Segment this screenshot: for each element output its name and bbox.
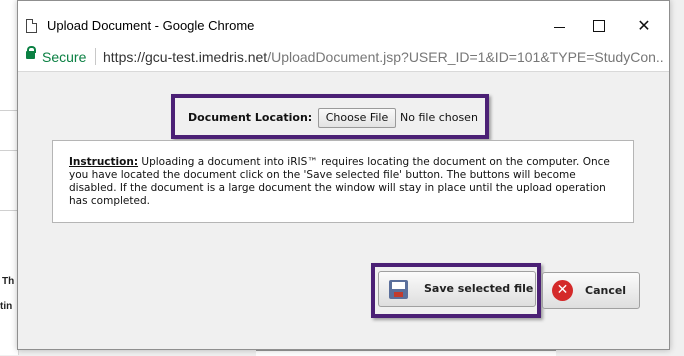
- save-button-label: Save selected file: [424, 282, 534, 295]
- instruction-text: Instruction: Uploading a document into i…: [69, 156, 625, 208]
- lock-icon: [26, 46, 36, 59]
- no-file-chosen-text: No file chosen: [400, 111, 478, 124]
- instruction-heading: Instruction:: [69, 156, 139, 168]
- secure-label[interactable]: Secure: [42, 49, 86, 65]
- url-text[interactable]: https://gcu-test.imedris.net/UploadDocum…: [103, 49, 663, 65]
- url-host: https://gcu-test.imedris.net: [103, 49, 268, 65]
- choose-file-button[interactable]: Choose File: [318, 108, 396, 128]
- url-path: /UploadDocument.jsp?USER_ID=1&ID=101&TYP…: [267, 49, 663, 65]
- background-element: [256, 350, 556, 356]
- address-bar[interactable]: Secure https://gcu-test.imedris.net/Uplo…: [18, 41, 669, 72]
- cancel-button[interactable]: ✕ Cancel: [542, 272, 640, 309]
- background-text-fragment: tin: [0, 301, 13, 312]
- instruction-body: Uploading a document into iRIS™ requires…: [69, 156, 610, 207]
- document-icon: [26, 19, 37, 33]
- background-text-fragment: Th: [2, 276, 15, 287]
- maximize-icon: [593, 20, 605, 32]
- minimize-icon: [553, 26, 565, 28]
- save-button-highlight: Save selected file: [371, 263, 541, 318]
- divider: [0, 210, 18, 211]
- divider: [95, 48, 96, 65]
- page-content: Document Location: Choose File No file c…: [18, 72, 669, 349]
- divider: [0, 110, 18, 111]
- divider: [0, 150, 18, 151]
- minimize-button[interactable]: [539, 14, 579, 38]
- cancel-icon: ✕: [552, 280, 573, 301]
- maximize-button[interactable]: [579, 14, 619, 38]
- chrome-popup-window: Upload Document - Google Chrome ✕ Secure…: [17, 0, 670, 350]
- close-button[interactable]: ✕: [624, 14, 664, 38]
- disk-icon: [389, 280, 408, 299]
- close-icon: ✕: [637, 18, 651, 35]
- document-location-label: Document Location:: [188, 111, 313, 124]
- save-selected-file-button[interactable]: Save selected file: [378, 271, 536, 307]
- cancel-button-label: Cancel: [585, 284, 627, 297]
- document-location-highlight: Document Location: Choose File No file c…: [171, 94, 489, 139]
- instruction-box: Instruction: Uploading a document into i…: [52, 140, 634, 223]
- window-title: Upload Document - Google Chrome: [47, 18, 255, 33]
